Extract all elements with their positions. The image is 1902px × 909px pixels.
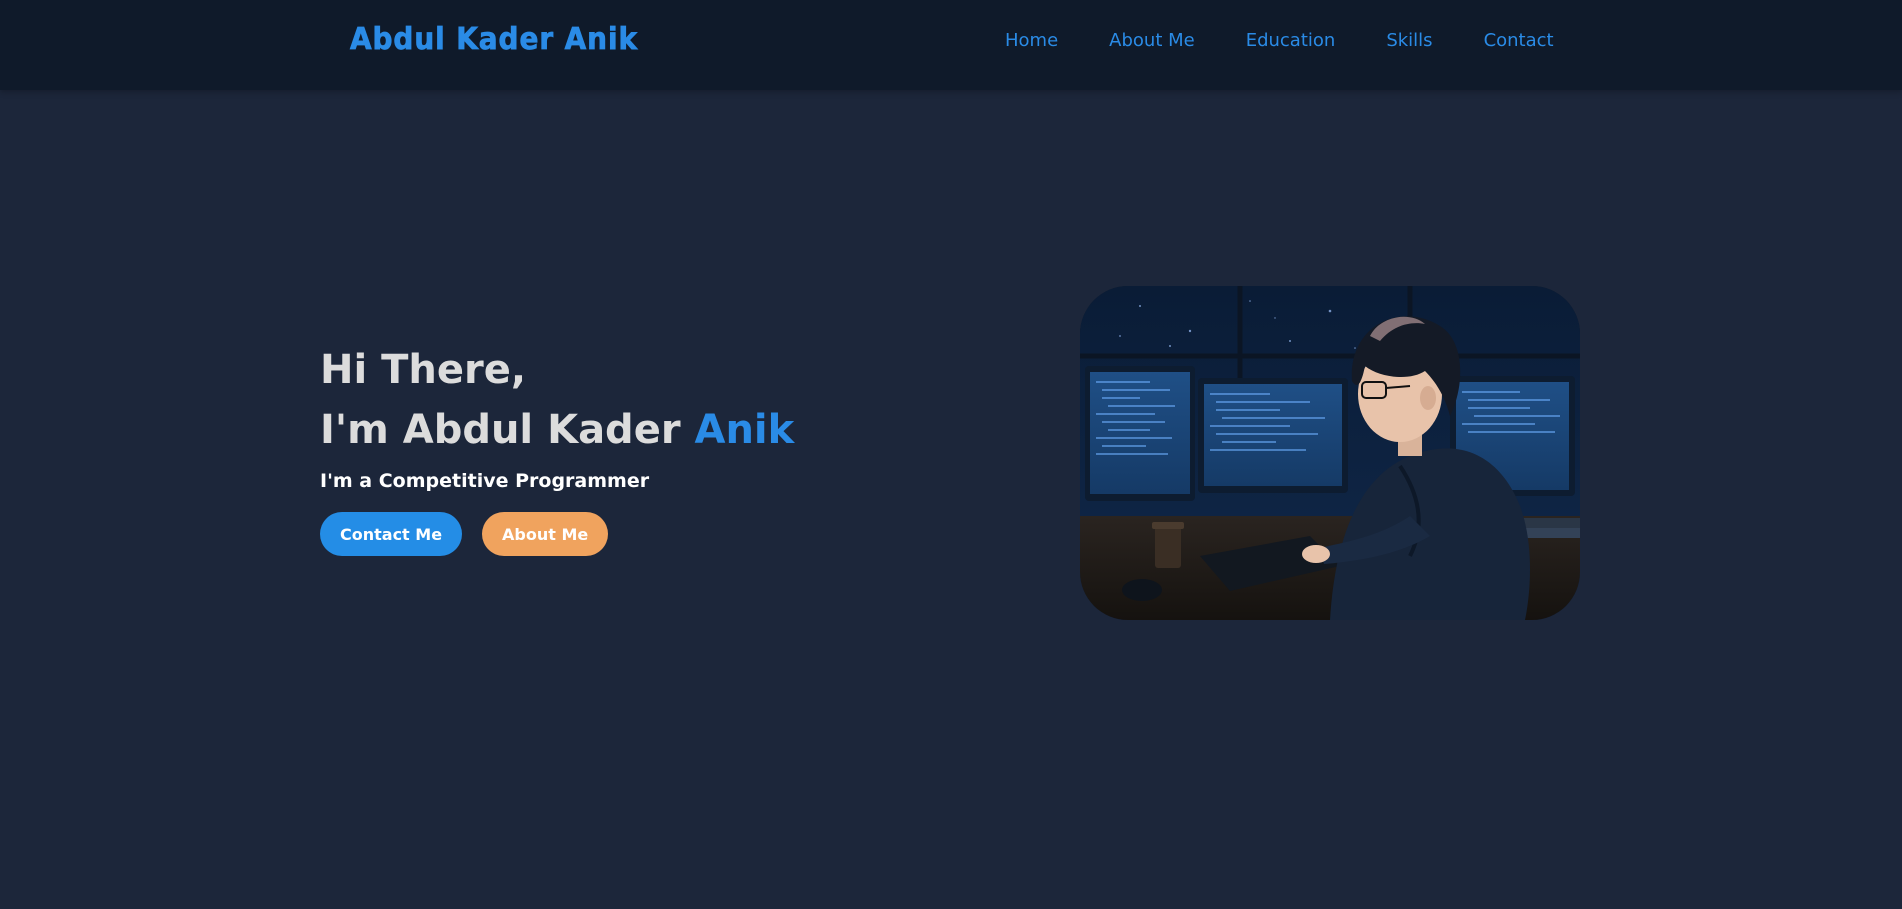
- hero-tagline: I'm a Competitive Programmer: [320, 470, 650, 492]
- nav-education[interactable]: Education: [1246, 30, 1336, 51]
- hero-greeting: Hi There, I'm Abdul Kader Anik: [320, 340, 794, 460]
- hero-buttons: Contact Me About Me: [320, 512, 794, 556]
- main-nav: Home About Me Education Skills Contact: [1005, 30, 1554, 51]
- contact-me-button[interactable]: Contact Me: [320, 512, 463, 556]
- nav-skills[interactable]: Skills: [1386, 30, 1432, 51]
- site-header: Abdul Kader Anik Home About Me Education…: [0, 0, 1902, 90]
- nav-home[interactable]: Home: [1005, 30, 1058, 51]
- hero-name-accent: Anik: [694, 407, 795, 453]
- about-me-button[interactable]: About Me: [482, 512, 609, 556]
- hero-intro: Hi There, I'm Abdul Kader Anik I'm a Com…: [320, 340, 794, 556]
- hero-line-1: Hi There,: [320, 347, 527, 393]
- nav-contact[interactable]: Contact: [1484, 30, 1554, 51]
- hero-line-2-prefix: I'm Abdul Kader: [320, 407, 695, 453]
- site-logo[interactable]: Abdul Kader Anik: [350, 22, 638, 58]
- nav-about-me[interactable]: About Me: [1109, 30, 1195, 51]
- programmer-illustration-art: [1080, 286, 1580, 620]
- programmer-illustration: [1080, 286, 1580, 620]
